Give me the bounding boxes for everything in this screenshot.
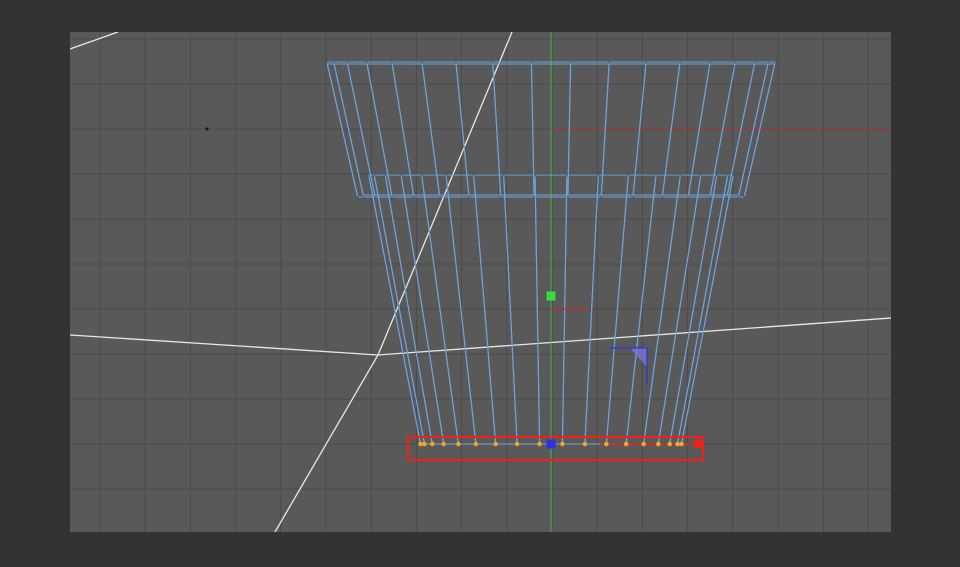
selected-point [493,441,498,447]
3d-viewport[interactable] [70,32,891,532]
selected-point [675,441,680,447]
selected-point [430,441,435,447]
origin-dot [205,127,209,131]
selected-point [604,441,609,447]
edge-line [70,32,119,50]
selected-point [473,441,479,447]
plane-gizmo-icon [630,348,647,367]
selected-point [514,441,520,447]
move-gizmo-icon [546,439,556,449]
selected-point [560,441,565,447]
selected-point [422,441,427,447]
selected-point [656,441,661,447]
selected-point [441,441,446,447]
edge-line [70,317,891,356]
selected-point [679,441,684,447]
edge-line [274,32,513,532]
selected-point [641,441,646,447]
selected-point [623,441,629,447]
selected-point [456,441,461,447]
selected-point [582,441,588,447]
selected-point [418,441,423,447]
x-axis-handle-icon [694,440,702,448]
selected-point [537,441,542,447]
viewport-scene[interactable] [70,32,891,532]
selected-point [667,441,672,447]
object-axis-icon [546,291,556,301]
